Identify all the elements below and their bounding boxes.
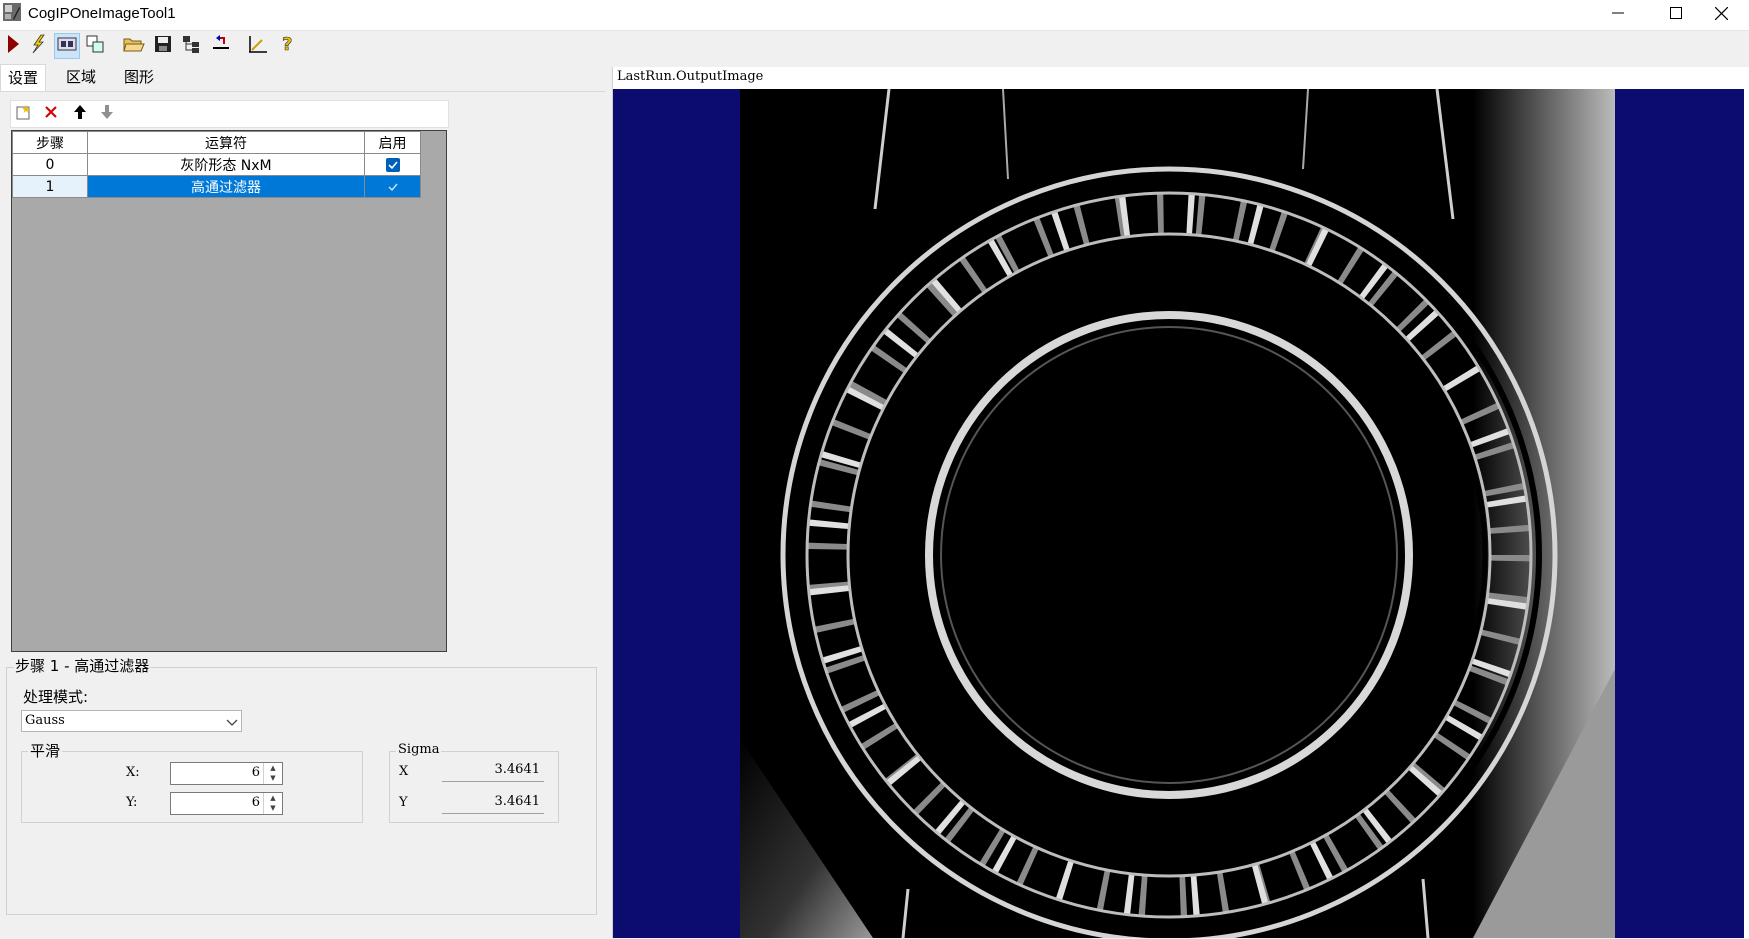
smooth-legend: 平滑 xyxy=(28,740,63,761)
minimize-icon xyxy=(1612,7,1624,23)
spin-down-icon[interactable]: ▼ xyxy=(264,803,282,813)
column-header-operator[interactable]: 运算符 xyxy=(87,131,365,154)
sigma-y-label: Y xyxy=(399,795,408,810)
smooth-x-spin-buttons[interactable]: ▲ ▼ xyxy=(263,763,282,784)
sigma-x-value: 3.4641 xyxy=(494,762,541,777)
save-icon xyxy=(154,35,172,57)
main-toolbar: ? xyxy=(0,31,1749,63)
maximize-icon xyxy=(1670,7,1682,23)
operator-cell[interactable]: 灰阶形态 NxM xyxy=(87,153,365,176)
tab-region[interactable]: 区域 xyxy=(59,64,103,90)
move-down-icon xyxy=(100,104,114,124)
new-operator-button[interactable] xyxy=(13,104,33,124)
operator-toolbar xyxy=(10,100,449,128)
smooth-y-label: Y: xyxy=(126,795,138,810)
sigma-x-label: X xyxy=(399,764,409,779)
title-bar: CogIPOneImageTool1 xyxy=(0,0,1749,31)
tab-settings[interactable]: 设置 xyxy=(0,64,47,92)
window-title: CogIPOneImageTool1 xyxy=(28,5,176,22)
spin-down-icon[interactable]: ▼ xyxy=(264,773,282,783)
enabled-checkbox[interactable] xyxy=(385,157,400,172)
chevron-down-icon xyxy=(226,715,238,735)
sigma-legend: Sigma xyxy=(396,742,442,757)
help-button[interactable]: ? xyxy=(275,33,301,59)
operator-grid: 步骤 运算符 启用 0 灰阶形态 NxM 1 高通过滤器 xyxy=(11,130,447,652)
spin-up-icon[interactable]: ▲ xyxy=(264,793,282,803)
move-up-icon xyxy=(73,104,87,124)
column-header-step[interactable]: 步骤 xyxy=(12,131,88,154)
operator-table: 步骤 运算符 启用 0 灰阶形态 NxM 1 高通过滤器 xyxy=(12,131,421,198)
enabled-cell[interactable] xyxy=(364,175,421,198)
display-label: LastRun.OutputImage xyxy=(617,69,764,84)
tab-strip: 设置 区域 图形 xyxy=(0,64,612,92)
svg-text:?: ? xyxy=(282,34,292,54)
mode-label: 处理模式: xyxy=(23,688,89,706)
new-icon xyxy=(15,104,31,124)
smooth-y-spin-buttons[interactable]: ▲ ▼ xyxy=(263,793,282,814)
measure-icon xyxy=(247,34,269,58)
tab-graphics[interactable]: 图形 xyxy=(117,64,161,90)
copy-window-button[interactable] xyxy=(82,33,108,59)
show-image-icon xyxy=(57,36,77,56)
sigma-x-field: 3.4641 xyxy=(442,760,544,782)
help-icon: ? xyxy=(280,34,296,58)
electric-button[interactable] xyxy=(25,33,51,59)
smooth-x-label: X: xyxy=(126,765,140,780)
open-folder-icon xyxy=(123,35,145,57)
move-up-button[interactable] xyxy=(70,104,90,124)
smooth-x-stepper[interactable]: 6 ▲ ▼ xyxy=(170,762,283,785)
image-display: LastRun.OutputImage xyxy=(612,67,1749,938)
mode-select-value: Gauss xyxy=(25,713,65,728)
step-cell[interactable]: 1 xyxy=(12,175,88,198)
operator-cell[interactable]: 高通过滤器 xyxy=(87,175,365,198)
smooth-x-value: 6 xyxy=(251,765,260,780)
bearing-image xyxy=(740,89,1615,938)
minimize-button[interactable] xyxy=(1590,0,1646,30)
electric-icon xyxy=(28,34,48,58)
spin-up-icon[interactable]: ▲ xyxy=(264,763,282,773)
reset-button[interactable] xyxy=(208,33,234,59)
enabled-cell[interactable] xyxy=(364,153,421,176)
smooth-y-stepper[interactable]: 6 ▲ ▼ xyxy=(170,792,283,815)
enabled-checkbox[interactable] xyxy=(385,179,400,194)
delete-icon xyxy=(45,106,57,122)
show-image-button[interactable] xyxy=(54,33,80,59)
measure-button[interactable] xyxy=(245,33,271,59)
tree-button[interactable] xyxy=(178,33,204,59)
table-header: 步骤 运算符 启用 xyxy=(12,131,421,154)
sigma-y-value: 3.4641 xyxy=(494,794,541,809)
app-icon xyxy=(3,3,21,21)
close-button[interactable] xyxy=(1693,0,1749,30)
mode-select[interactable]: Gauss xyxy=(21,710,242,732)
output-image-canvas[interactable] xyxy=(613,89,1744,938)
table-row[interactable]: 0 灰阶形态 NxM xyxy=(12,153,421,176)
sigma-y-field: 3.4641 xyxy=(442,792,544,814)
close-icon xyxy=(1714,6,1728,24)
run-button[interactable] xyxy=(0,33,26,59)
save-button[interactable] xyxy=(150,33,176,59)
step-cell[interactable]: 0 xyxy=(12,153,88,176)
copy-window-icon xyxy=(85,34,105,58)
smooth-y-value: 6 xyxy=(251,795,260,810)
open-button[interactable] xyxy=(121,33,147,59)
step-group-title: 步骤 1 - 高通过滤器 xyxy=(14,655,151,676)
reset-icon xyxy=(210,34,232,58)
run-icon xyxy=(6,34,20,58)
delete-operator-button[interactable] xyxy=(41,104,61,124)
column-header-enabled[interactable]: 启用 xyxy=(364,131,421,154)
move-down-button[interactable] xyxy=(97,104,117,124)
table-row[interactable]: 1 高通过滤器 xyxy=(12,175,421,198)
tree-icon xyxy=(181,34,201,58)
